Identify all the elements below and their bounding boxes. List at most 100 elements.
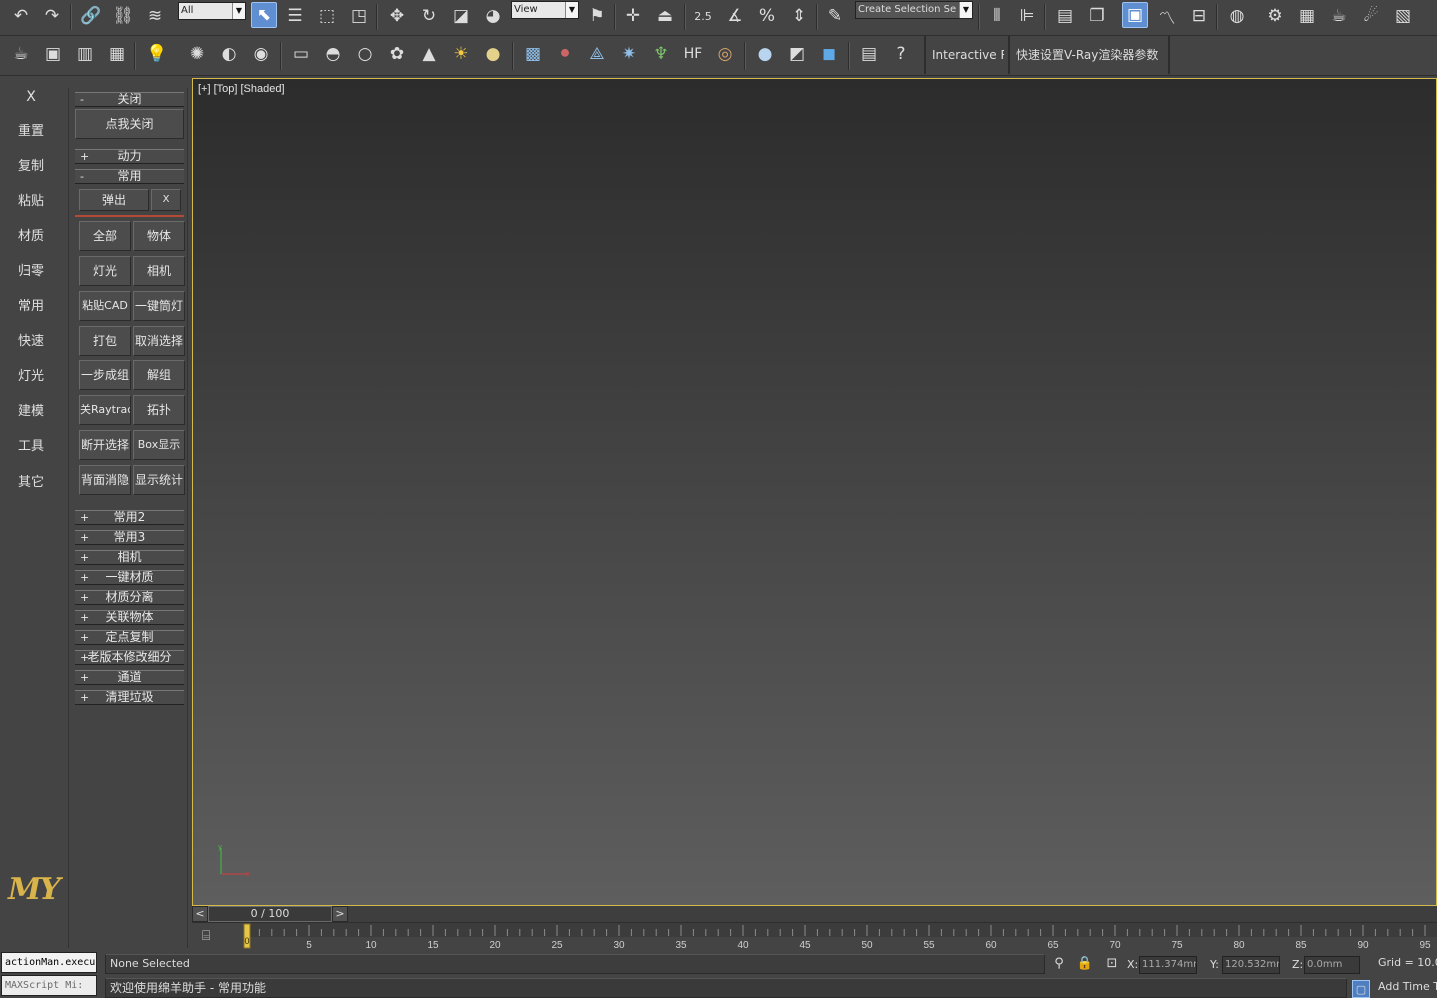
time-tag-icon[interactable]: ▢: [1352, 980, 1370, 998]
ornatrix-icon[interactable]: ◎: [712, 41, 738, 67]
rollout-common[interactable]: - 常用: [75, 169, 184, 184]
vray-sun-icon[interactable]: ☀: [448, 41, 474, 67]
add-time-tag-button[interactable]: Add Time Ta: [1374, 978, 1437, 998]
vray-plane-object-icon[interactable]: ⟁: [584, 41, 610, 67]
scale-icon[interactable]: ◪: [448, 3, 474, 29]
edit-named-selection-icon[interactable]: ✎: [822, 3, 848, 29]
mirror-icon[interactable]: ⫴: [984, 3, 1010, 29]
scene-explorer-icon[interactable]: ▣: [1122, 2, 1148, 28]
material-converter-icon[interactable]: ◼: [816, 41, 842, 67]
vray-ies-icon[interactable]: ◐: [216, 41, 242, 67]
select-object-icon[interactable]: ⬉: [251, 2, 277, 28]
rollout-channels[interactable]: + 通道: [75, 670, 184, 685]
rollout-common2[interactable]: + 常用2: [75, 510, 184, 525]
rendered-frame-window-icon[interactable]: ▦: [1294, 3, 1320, 29]
snaps-toggle-icon[interactable]: 2.5: [690, 3, 716, 29]
sidebar-item-quick[interactable]: 快速: [0, 330, 62, 349]
activeshade-icon[interactable]: ▧: [1390, 3, 1416, 29]
render-iterative-icon[interactable]: ☄: [1358, 3, 1384, 29]
redo-icon[interactable]: ↷: [39, 3, 65, 29]
rectangular-selection-icon[interactable]: ⬚: [314, 3, 340, 29]
vray-clipper-icon[interactable]: ♆: [648, 41, 674, 67]
vray-spot-icon[interactable]: ▲: [416, 41, 442, 67]
rollout-dynamics[interactable]: + 动力: [75, 149, 184, 164]
percent-snap-icon[interactable]: %: [754, 3, 780, 29]
align-icon[interactable]: ⊫: [1014, 3, 1040, 29]
layer-manager-icon[interactable]: ▤: [1052, 3, 1078, 29]
selection-filter-dropdown[interactable]: All ▼: [178, 2, 246, 20]
render-frame-icon[interactable]: ▣: [40, 41, 66, 67]
y-coordinate-input[interactable]: 120.532mm: [1222, 956, 1280, 974]
z-coordinate-input[interactable]: 0.0mm: [1304, 956, 1360, 974]
vray-mesh-light-icon[interactable]: ✿: [384, 41, 410, 67]
pivot-center-icon[interactable]: ⚑: [584, 3, 610, 29]
isolate-selection-icon[interactable]: ⚲: [1050, 955, 1068, 973]
render-setup-icon[interactable]: ⚙: [1262, 3, 1288, 29]
vray-sphere-object-icon[interactable]: ✷: [616, 41, 642, 67]
btn-group-one-step[interactable]: 一步成组: [79, 360, 131, 390]
sidebar-item-zero[interactable]: 归零: [0, 260, 62, 279]
rollout-material-separate[interactable]: + 材质分离: [75, 590, 184, 605]
vray-proxy-icon[interactable]: ▩: [520, 41, 546, 67]
absolute-mode-icon[interactable]: ⊡: [1103, 955, 1121, 973]
rollout-legacy-subdivision[interactable]: + 老版本修改细分: [75, 650, 184, 665]
spinner-snap-icon[interactable]: ⇕: [786, 3, 812, 29]
rollout-common3[interactable]: + 常用3: [75, 530, 184, 545]
vray-ambient-light-icon[interactable]: ●: [480, 41, 506, 67]
btn-one-click-downlight[interactable]: 一键筒灯: [133, 291, 185, 321]
btn-paste-cad[interactable]: 粘贴CAD: [79, 291, 131, 321]
btn-topology[interactable]: 拓扑: [133, 395, 185, 425]
x-coordinate-input[interactable]: 111.374mm: [1139, 956, 1197, 974]
btn-pack[interactable]: 打包: [79, 326, 131, 356]
select-and-link-icon[interactable]: 🔗: [78, 3, 104, 29]
btn-ungroup[interactable]: 解组: [133, 360, 185, 390]
select-by-name-icon[interactable]: ☰: [282, 3, 308, 29]
rotate-icon[interactable]: ↻: [416, 3, 442, 29]
time-slider[interactable]: 0 / 100: [208, 906, 332, 922]
sidebar-item-common[interactable]: 常用: [0, 295, 62, 314]
btn-box-display[interactable]: Box显示: [133, 430, 185, 460]
help-icon[interactable]: ?: [888, 41, 914, 67]
render-production-icon[interactable]: ☕: [1326, 3, 1352, 29]
popup-button[interactable]: 弹出: [79, 189, 149, 211]
sidebar-item-copy[interactable]: 复制: [0, 155, 62, 174]
sidebar-item-paste[interactable]: 粘贴: [0, 190, 62, 209]
btn-show-statistics[interactable]: 显示统计: [133, 465, 185, 495]
material-editor-icon[interactable]: ◍: [1224, 3, 1250, 29]
material-library-icon[interactable]: ◩: [784, 41, 810, 67]
next-frame-button[interactable]: >: [332, 906, 348, 922]
rollout-clean-garbage[interactable]: + 清理垃圾: [75, 690, 184, 705]
rollout-one-click-material[interactable]: + 一键材质: [75, 570, 184, 585]
ribbon-icon[interactable]: ❐: [1084, 3, 1110, 29]
vray-dome-icon[interactable]: ◓: [320, 41, 346, 67]
btn-break-selection[interactable]: 断开选择: [79, 430, 131, 460]
rollout-linked-objects[interactable]: + 关联物体: [75, 610, 184, 625]
sidebar-item-tools[interactable]: 工具: [0, 435, 62, 454]
interactive-render-button[interactable]: Interactive Rc: [924, 36, 1004, 74]
popup-close-button[interactable]: X: [151, 189, 181, 211]
scene-converter-icon[interactable]: ▤: [856, 41, 882, 67]
sidebar-item-reset[interactable]: 重置: [0, 120, 62, 139]
unlink-icon[interactable]: ⛓: [110, 3, 136, 29]
vray-fur-icon[interactable]: ⚫: [552, 41, 578, 67]
btn-objects[interactable]: 物体: [133, 221, 185, 251]
vfb-history-icon[interactable]: ▥: [72, 41, 98, 67]
place-icon[interactable]: ◕: [480, 3, 506, 29]
sidebar-item-lights[interactable]: 灯光: [0, 365, 62, 384]
btn-lights[interactable]: 灯光: [79, 256, 131, 286]
previous-frame-button[interactable]: <: [192, 906, 208, 922]
viewport-label[interactable]: [+] [Top] [Shaded]: [198, 83, 285, 95]
selection-lock-icon[interactable]: 🔒: [1076, 955, 1094, 973]
material-sphere-icon[interactable]: ●: [752, 41, 778, 67]
vray-light-icon[interactable]: ✺: [184, 41, 210, 67]
btn-deselect[interactable]: 取消选择: [133, 326, 185, 356]
hair-farm-icon[interactable]: HF: [680, 41, 706, 67]
maxscript-mini-listener[interactable]: MAXScript Mi:: [1, 975, 97, 996]
btn-cameras[interactable]: 相机: [133, 256, 185, 286]
sidebar-item-other[interactable]: 其它: [0, 471, 62, 490]
teapot-icon[interactable]: ☕: [8, 41, 34, 67]
vray-quick-settings-button[interactable]: 快速设置V-Ray渲染器参数: [1008, 36, 1170, 74]
move-icon[interactable]: ✥: [384, 3, 410, 29]
sidebar-item-material[interactable]: 材质: [0, 225, 62, 244]
rollout-camera[interactable]: + 相机: [75, 550, 184, 565]
